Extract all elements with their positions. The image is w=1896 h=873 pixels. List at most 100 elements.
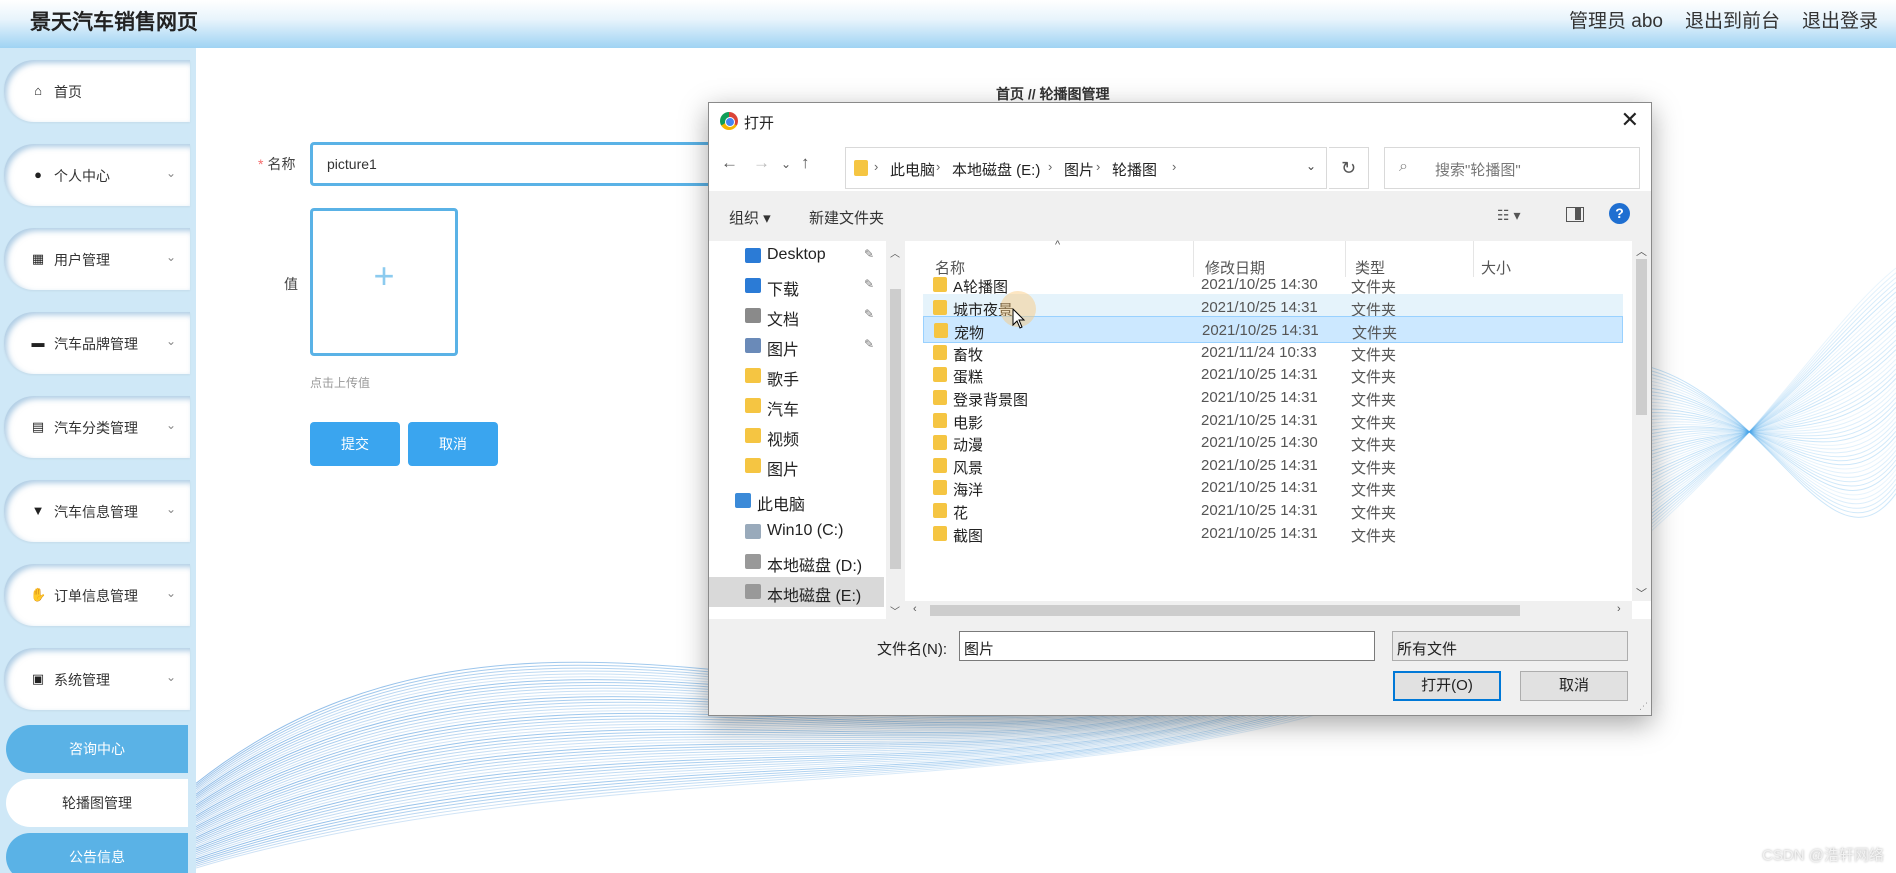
- sort-up-icon: ^: [1055, 239, 1061, 251]
- path-pictures[interactable]: 图片: [1064, 159, 1094, 180]
- pin-icon[interactable]: ✎: [864, 247, 874, 261]
- nav-item[interactable]: 本地磁盘 (D:): [709, 547, 884, 577]
- nav-item[interactable]: 图片 ✎: [709, 331, 884, 361]
- sidebar-item-0[interactable]: ⌂ 首页: [4, 60, 190, 122]
- sidebar-item-label: 汽车信息管理: [54, 504, 138, 520]
- scroll-up-icon[interactable]: ︿: [890, 245, 900, 260]
- folder-icon: [745, 308, 761, 323]
- file-date: 2021/10/25 14:31: [1201, 411, 1318, 429]
- path-separator: ›: [1096, 159, 1101, 174]
- pin-icon[interactable]: ✎: [864, 277, 874, 291]
- nav-item[interactable]: Desktop ✎: [709, 241, 884, 271]
- sidebar-item-3[interactable]: ▬ 汽车品牌管理 ⌄: [4, 312, 190, 374]
- folder-icon: [933, 277, 947, 292]
- sidebar-sub-carousel[interactable]: 轮播图管理: [6, 779, 188, 827]
- sidebar-item-1[interactable]: ● 个人中心 ⌄: [4, 144, 190, 206]
- nav-item[interactable]: 图片: [709, 451, 884, 481]
- recent-dropdown-icon[interactable]: ⌄: [781, 157, 791, 171]
- nav-item-label: 本地磁盘 (D:): [767, 558, 863, 575]
- nav-item[interactable]: 歌手: [709, 361, 884, 391]
- image-upload-box[interactable]: +: [310, 208, 458, 356]
- filetype-select[interactable]: 所有文件 ⌄: [1392, 631, 1628, 661]
- chrome-icon: [720, 112, 738, 130]
- nav-scroll-thumb[interactable]: [890, 289, 901, 569]
- chevron-down-icon: ⌄: [165, 670, 176, 684]
- dialog-title-bar: 打开 ✕: [709, 103, 1651, 139]
- nav-item[interactable]: 此电脑: [709, 486, 884, 516]
- exit-to-front-link[interactable]: 退出到前台: [1685, 6, 1780, 33]
- view-options-icon[interactable]: ☷ ▾: [1497, 207, 1520, 224]
- back-arrow-icon[interactable]: ←: [721, 153, 738, 173]
- scroll-down-icon[interactable]: ﹀: [1636, 585, 1647, 601]
- resize-grip-icon[interactable]: ⋰: [1639, 701, 1648, 712]
- scroll-right-icon[interactable]: ›: [1617, 603, 1621, 615]
- organize-menu[interactable]: 组织 ▾: [729, 207, 771, 228]
- pin-icon[interactable]: ✎: [864, 307, 874, 321]
- search-icon: ⌕: [1399, 158, 1408, 175]
- help-icon[interactable]: ?: [1609, 203, 1630, 224]
- file-row[interactable]: 截图 2021/10/25 14:31 文件夹: [923, 520, 1623, 547]
- file-vertical-scrollbar[interactable]: ︿ ﹀: [1632, 241, 1651, 601]
- dialog-cancel-button[interactable]: 取消: [1520, 671, 1628, 701]
- path-carousel[interactable]: 轮播图: [1112, 159, 1157, 180]
- nav-scrollbar[interactable]: ︿ ﹀: [886, 241, 905, 619]
- folder-icon: [933, 367, 947, 383]
- scroll-left-icon[interactable]: ‹: [913, 603, 917, 615]
- nav-item[interactable]: 下载 ✎: [709, 271, 884, 301]
- briefcase-icon: ▣: [31, 671, 45, 686]
- chevron-down-icon[interactable]: ⌄: [964, 639, 1368, 652]
- name-input[interactable]: picture1: [310, 142, 770, 186]
- sidebar-item-label: 汽车品牌管理: [54, 336, 138, 352]
- chevron-down-icon[interactable]: ⌄: [1306, 159, 1316, 173]
- computer-icon: [735, 493, 751, 508]
- new-folder-button[interactable]: 新建文件夹: [809, 207, 884, 228]
- sidebar-sub-consult[interactable]: 咨询中心: [6, 725, 188, 773]
- file-hscroll-thumb[interactable]: [930, 605, 1520, 616]
- file-scroll-thumb[interactable]: [1636, 259, 1647, 415]
- navigation-pane: Desktop ✎ 下载 ✎ 文档 ✎ 图片 ✎ 歌手 汽车 视频 图片此电脑 Win10 (C:) 本地…: [709, 241, 905, 619]
- chevron-down-icon: ⌄: [165, 502, 176, 516]
- nav-item[interactable]: 文档 ✎: [709, 301, 884, 331]
- filename-input[interactable]: 图片 ⌄: [959, 631, 1375, 661]
- sidebar-item-label: 汽车分类管理: [54, 420, 138, 436]
- up-arrow-icon[interactable]: ↑: [801, 153, 810, 173]
- file-date: 2021/10/25 14:30: [1201, 276, 1318, 293]
- sidebar-item-7[interactable]: ▣ 系统管理 ⌄: [4, 648, 190, 710]
- logout-link[interactable]: 退出登录: [1802, 6, 1878, 33]
- admin-user-link[interactable]: 管理员 abo: [1569, 6, 1663, 33]
- preview-pane-icon[interactable]: [1566, 207, 1584, 222]
- cancel-button[interactable]: 取消: [408, 422, 498, 466]
- nav-item[interactable]: 汽车: [709, 391, 884, 421]
- pin-icon[interactable]: ✎: [864, 337, 874, 351]
- open-button[interactable]: 打开(O): [1393, 671, 1501, 701]
- value-label: 值: [284, 276, 298, 292]
- close-icon[interactable]: ✕: [1621, 107, 1639, 133]
- file-horizontal-scrollbar[interactable]: ‹ ›: [905, 601, 1632, 619]
- scroll-down-icon[interactable]: ﹀: [890, 603, 900, 618]
- search-placeholder: 搜索"轮播图": [1435, 162, 1521, 179]
- path-separator: ›: [1172, 159, 1177, 174]
- file-date: 2021/10/25 14:31: [1201, 524, 1318, 542]
- sidebar-item-2[interactable]: ▦ 用户管理 ⌄: [4, 228, 190, 290]
- submit-button[interactable]: 提交: [310, 422, 400, 466]
- sidebar-item-label: 用户管理: [54, 252, 110, 268]
- folder-icon: [745, 458, 761, 473]
- nav-item[interactable]: Win10 (C:): [709, 517, 884, 547]
- search-box[interactable]: ⌕ 搜索"轮播图": [1384, 147, 1640, 189]
- sidebar-sub-notice[interactable]: 公告信息: [6, 833, 188, 873]
- address-bar[interactable]: › 此电脑 › 本地磁盘 (E:) › 图片 › 轮播图 › ⌄: [845, 147, 1327, 189]
- watermark: CSDN @浩轩网络: [1762, 847, 1884, 864]
- nav-item[interactable]: 本地磁盘 (E:): [709, 577, 884, 607]
- nav-item[interactable]: 视频: [709, 421, 884, 451]
- path-this-pc[interactable]: 此电脑: [890, 159, 935, 180]
- path-drive-e[interactable]: 本地磁盘 (E:): [952, 159, 1040, 180]
- path-separator: ›: [874, 159, 879, 174]
- file-date: 2021/10/25 14:31: [1202, 322, 1319, 340]
- scroll-up-icon[interactable]: ︿: [1636, 243, 1647, 259]
- sidebar-item-5[interactable]: ▼ 汽车信息管理 ⌄: [4, 480, 190, 542]
- refresh-icon[interactable]: ↻: [1329, 147, 1369, 189]
- forward-arrow-icon[interactable]: →: [753, 153, 770, 173]
- sidebar-item-6[interactable]: ✋ 订单信息管理 ⌄: [4, 564, 190, 626]
- sidebar-item-4[interactable]: ▤ 汽车分类管理 ⌄: [4, 396, 190, 458]
- nav-item-label: 此电脑: [757, 497, 806, 514]
